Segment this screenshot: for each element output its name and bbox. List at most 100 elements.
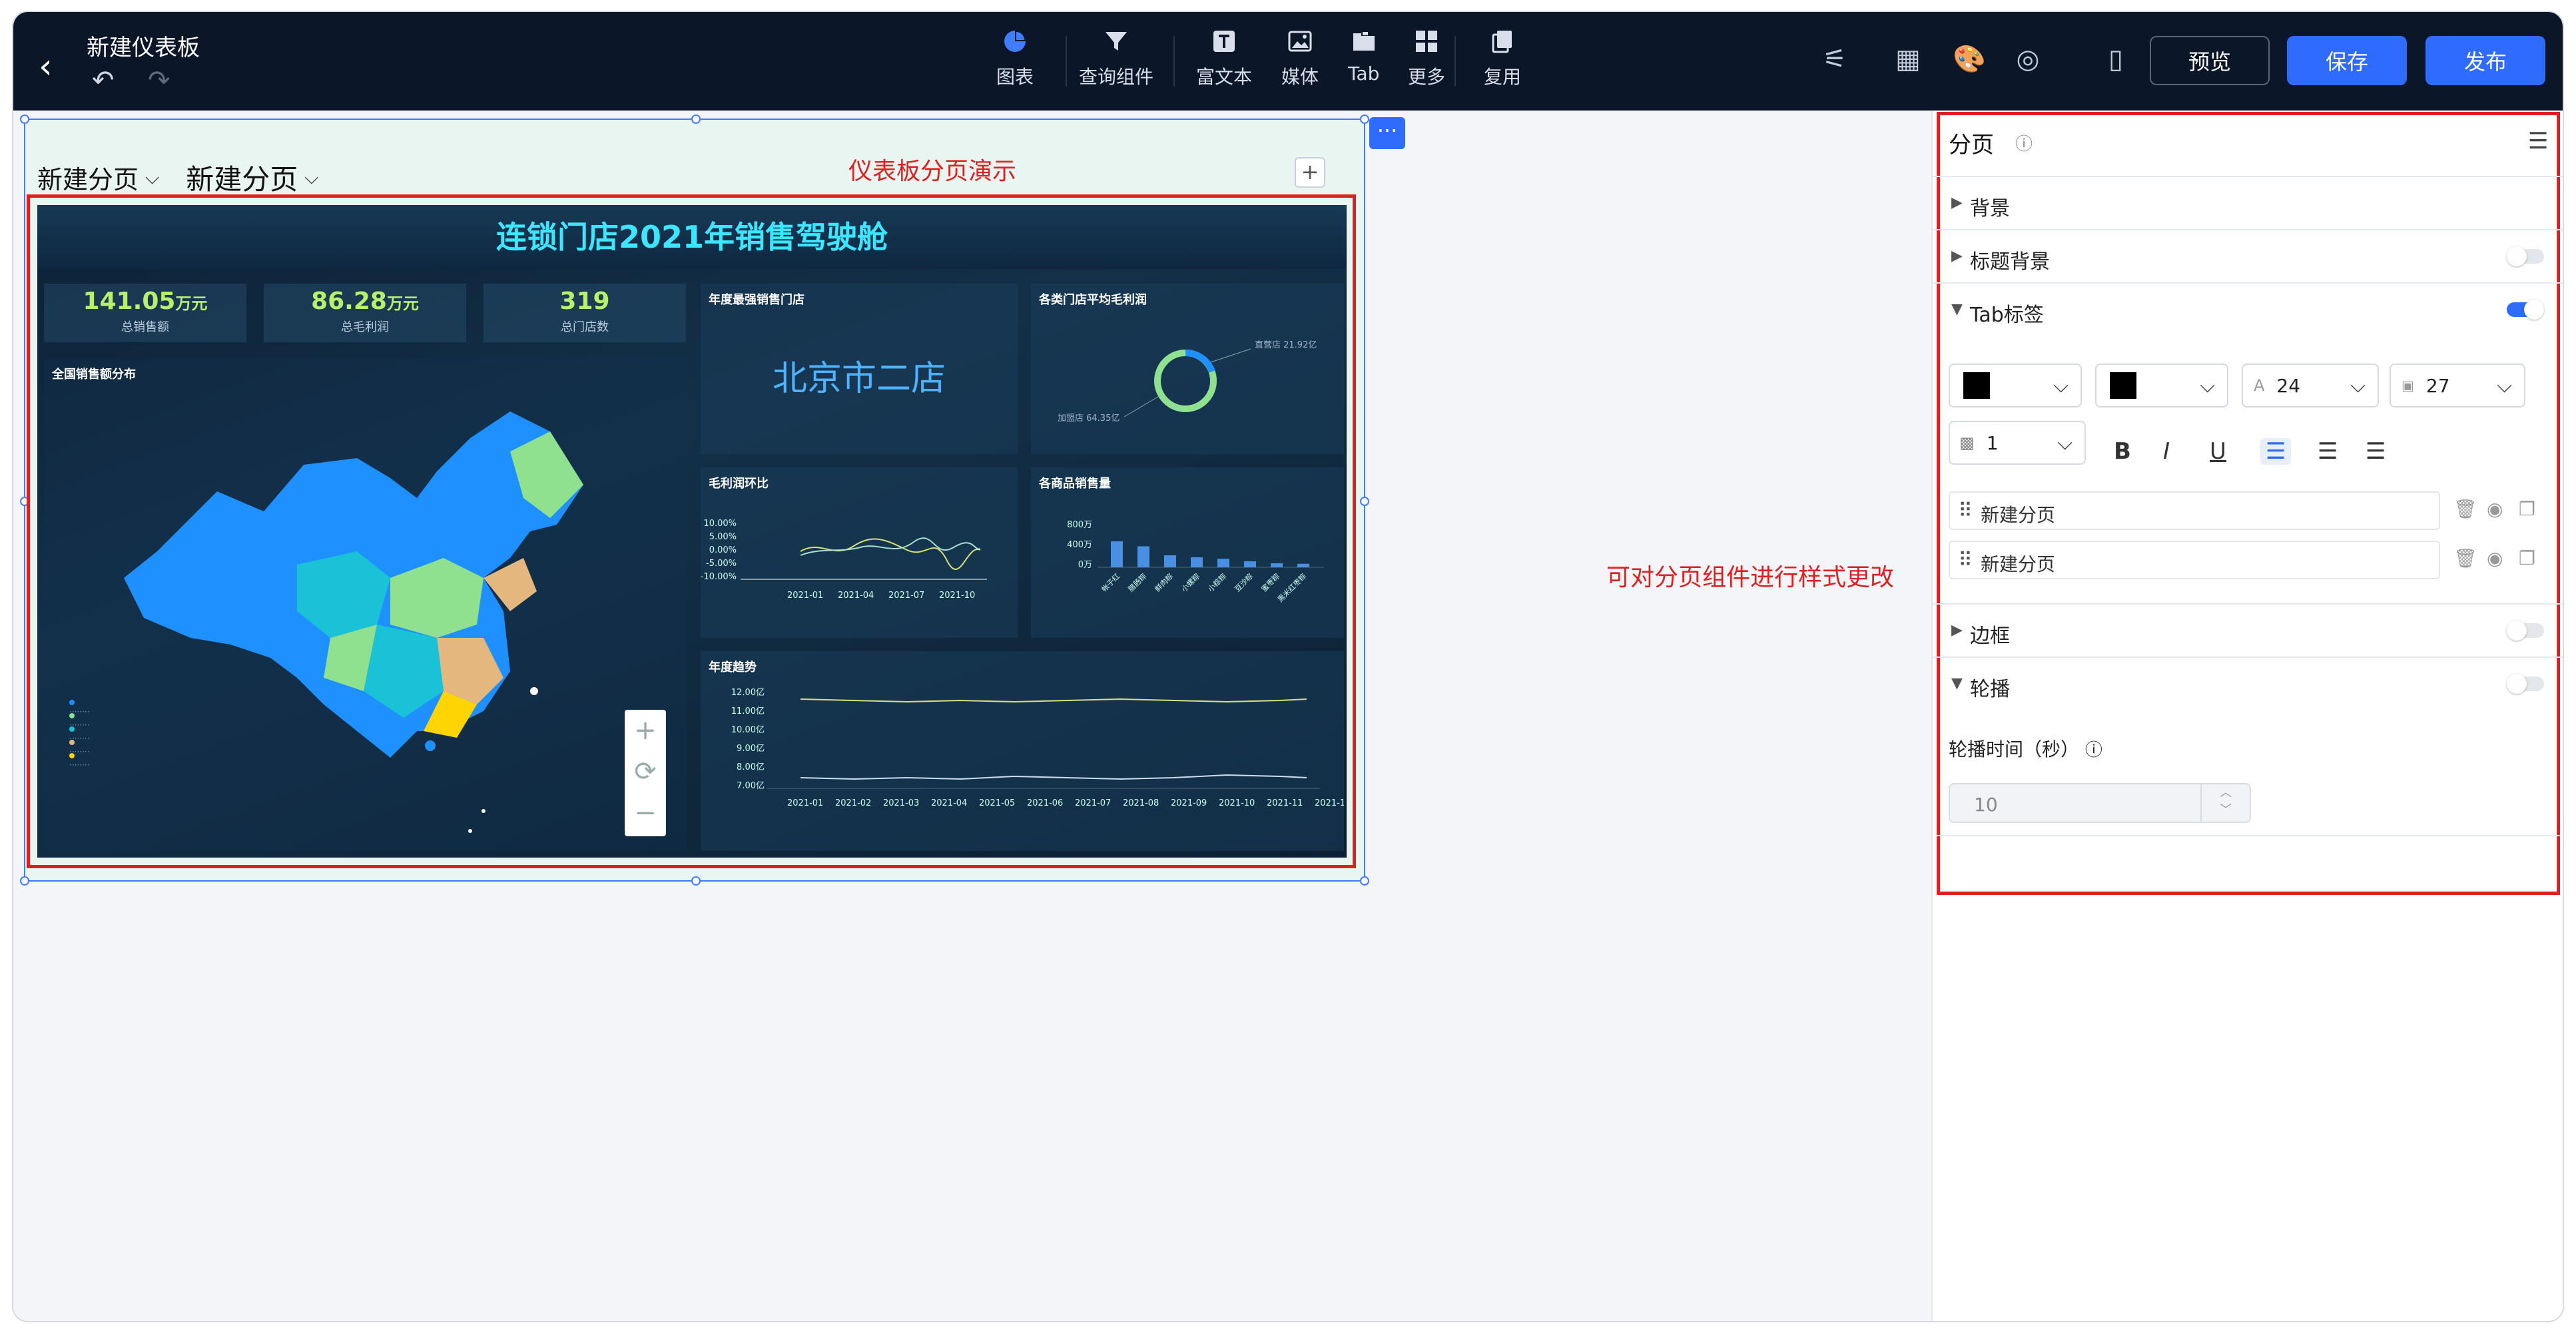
text-color-select[interactable]: ⌵ <box>1949 364 2082 407</box>
delete-icon[interactable]: 🗑 <box>2453 547 2477 569</box>
back-icon[interactable]: ‹ <box>39 47 53 87</box>
tab-label: 新建分页 <box>37 165 139 194</box>
divider <box>1173 36 1175 87</box>
bg-color-select[interactable]: ⌵ <box>2095 364 2228 407</box>
publish-button[interactable]: 发布 <box>2425 36 2545 85</box>
page-tab[interactable]: 新建分页 ⌵ <box>37 159 159 196</box>
resize-handle[interactable] <box>691 876 701 886</box>
top-toolbar: ‹ 新建仪表板 ↶ ↷ 图表 查询组件 富文本 媒体 Tab 更多 复用 ⚟ ▦… <box>13 12 2563 111</box>
y-tick: 800万 <box>1067 520 1092 530</box>
mobile-icon[interactable]: ▯ <box>2100 44 2131 75</box>
x-tick: 2021-04 <box>931 798 967 808</box>
tool-query[interactable]: 查询组件 <box>1079 28 1153 89</box>
toggle-border[interactable] <box>2507 621 2544 641</box>
tool-chart[interactable]: 图表 <box>996 28 1034 89</box>
eye-off-icon[interactable]: ◎ <box>2013 44 2043 75</box>
carousel-time-value: 10 <box>1974 794 1998 816</box>
layout-check-icon[interactable]: ▦ <box>1893 44 1923 75</box>
x-tick: 2021-01 <box>787 591 823 601</box>
italic-button[interactable]: I <box>2163 438 2170 465</box>
x-tick: 2021-06 <box>1027 798 1063 808</box>
divider <box>1066 36 1067 87</box>
resize-handle[interactable] <box>1360 497 1369 506</box>
dashboard-title[interactable]: 新建仪表板 <box>87 29 200 62</box>
toggle-carousel[interactable] <box>2507 674 2544 694</box>
sliders-icon[interactable]: ⚟ <box>1819 44 1850 75</box>
resize-handle[interactable] <box>1360 115 1369 124</box>
editor-canvas: 新建分页 ⌵ 新建分页 ⌵ 仪表板分页演示 + ··· 连锁门店2021年销售驾驶舱… <box>13 111 1931 1321</box>
x-tick: 小螺粽 <box>1179 571 1201 593</box>
section-border[interactable]: ▶ 边框 <box>1931 603 2563 657</box>
tool-reuse[interactable]: 复用 <box>1484 28 1521 89</box>
line-height-select[interactable]: ▣ 27 ⌵ <box>2390 364 2525 407</box>
section-tab-label[interactable]: ▼ Tab标签 <box>1931 282 2563 342</box>
map-zoom-control[interactable]: + ⟳ − <box>625 710 666 836</box>
section-background[interactable]: ▶ 背景 <box>1931 176 2563 229</box>
eye-icon[interactable]: ◉ <box>2487 547 2503 569</box>
bar <box>1271 563 1283 567</box>
align-left-button[interactable]: ☰ <box>2260 438 2292 465</box>
resize-handle[interactable] <box>20 876 29 886</box>
opacity-select[interactable]: ▩ 1 ⌵ <box>1949 421 2086 465</box>
china-map[interactable] <box>44 358 687 851</box>
chevron-down-icon: ⌵ <box>2057 431 2073 455</box>
x-tick: 2021-08 <box>1123 798 1159 808</box>
drag-handle-icon[interactable]: ⠿ <box>1958 549 1973 572</box>
tool-media[interactable]: 媒体 <box>1281 28 1319 89</box>
tool-richtext[interactable]: 富文本 <box>1196 28 1252 89</box>
copy-icon[interactable]: ❐ <box>2519 498 2535 520</box>
resize-handle[interactable] <box>20 115 29 124</box>
section-title-background[interactable]: ▶ 标题背景 <box>1931 229 2563 282</box>
align-right-button[interactable]: ☰ <box>2366 438 2386 465</box>
product-sales-panel: 各商品销售量 800万 400万 0万 帐子红 腊肠粽 鲜肉粽 小螺粽 小粽粽 豆沙粽 蜜枣… <box>1031 467 1344 638</box>
bar <box>1191 557 1203 567</box>
section-title: 标题背景 <box>1970 250 2050 274</box>
chevron-down-icon: ⌵ <box>2053 374 2069 398</box>
tab-item-row[interactable]: ⠿ 新建分页 <box>1949 541 2440 579</box>
toggle-title-background[interactable] <box>2507 246 2544 266</box>
palette-icon[interactable]: 🎨 <box>1953 44 1986 75</box>
menu-icon[interactable]: ☰ <box>2528 128 2548 154</box>
divider <box>1454 36 1456 87</box>
panel-heading: 分页 <box>1949 132 1994 158</box>
tab-icon <box>1353 32 1375 51</box>
undo-icon[interactable]: ↶ <box>92 65 115 96</box>
redo-icon[interactable]: ↷ <box>148 65 170 96</box>
y-tick: 9.00亿 <box>737 744 765 754</box>
eye-icon[interactable]: ◉ <box>2487 498 2503 520</box>
chevron-down-icon[interactable]: ⌵ <box>145 166 159 189</box>
opacity-icon: ▩ <box>1959 433 1975 452</box>
chevron-down-icon[interactable]: ⌵ <box>304 166 318 189</box>
delete-icon[interactable]: 🗑 <box>2453 498 2477 520</box>
info-icon[interactable]: ⓘ <box>2015 131 2033 155</box>
carousel-time-input[interactable]: 10 ︿ ﹀ <box>1949 783 2251 823</box>
save-button[interactable]: 保存 <box>2287 36 2407 85</box>
x-tick: 2021-09 <box>1171 798 1207 808</box>
section-carousel[interactable]: ▼ 轮播 <box>1931 657 2563 710</box>
bold-button[interactable]: B <box>2114 438 2131 465</box>
tool-tab[interactable]: Tab <box>1348 28 1379 85</box>
bar <box>1244 561 1256 567</box>
resize-handle[interactable] <box>691 115 701 124</box>
margin-avg-panel: 各类门店平均毛利润 直营店 21.92亿 加盟店 64.35亿 <box>1031 284 1344 454</box>
tab-item-row[interactable]: ⠿ 新建分页 <box>1949 491 2440 530</box>
bar <box>1164 555 1176 567</box>
font-size-select[interactable]: A 24 ⌵ <box>2242 364 2379 407</box>
stepper-arrows-icon[interactable]: ︿ ﹀ <box>2200 784 2250 822</box>
tool-more[interactable]: 更多 <box>1408 28 1445 89</box>
info-icon[interactable]: ⓘ <box>2085 740 2102 760</box>
drag-handle-icon[interactable]: ⠿ <box>1958 499 1973 523</box>
filter-icon <box>1106 32 1127 51</box>
best-store-panel: 年度最强销售门店 北京市二店 <box>701 284 1018 454</box>
preview-button[interactable]: 预览 <box>2150 36 2270 85</box>
align-center-button[interactable]: ☰ <box>2318 438 2338 465</box>
underline-button[interactable]: U <box>2210 438 2226 465</box>
toggle-tab-label[interactable] <box>2507 300 2544 320</box>
x-tick: 2021-10 <box>939 591 975 601</box>
page-tab[interactable]: 新建分页 ⌵ <box>186 157 318 198</box>
resize-handle[interactable] <box>1360 876 1369 886</box>
x-tick: 2021-03 <box>883 798 919 808</box>
add-tab-button[interactable]: + <box>1295 157 1325 188</box>
copy-icon[interactable]: ❐ <box>2519 547 2535 569</box>
more-options-button[interactable]: ··· <box>1369 117 1405 149</box>
